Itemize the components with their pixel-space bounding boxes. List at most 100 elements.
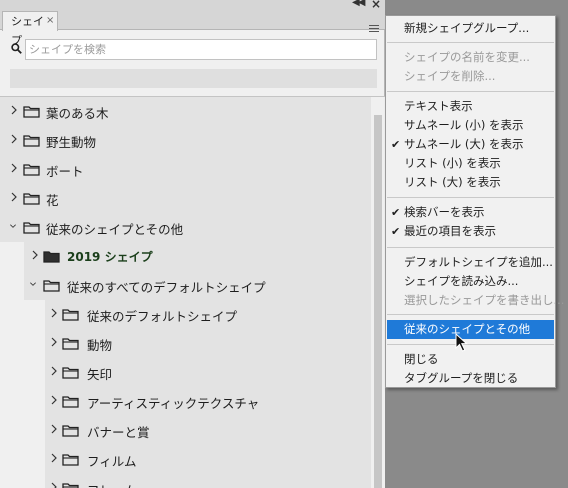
tree-item-animals[interactable]: 動物 (0, 329, 371, 358)
menu-item-label: シェイプを読み込み... (404, 274, 519, 288)
tree-item-label: 従来のすべてのデフォルトシェイプ (67, 280, 266, 295)
tree-item-legacy-shapes[interactable]: 従来のシェイプとその他 (0, 213, 371, 242)
chevron-down-icon[interactable] (29, 278, 37, 290)
menu-item-label: 検索バーを表示 (404, 205, 485, 219)
chevron-right-icon[interactable] (50, 394, 58, 406)
tree-item-label: アーティスティックテクスチャ (87, 396, 260, 411)
tree-item-label: 野生動物 (46, 135, 97, 150)
close-panel-icon[interactable]: × (371, 0, 381, 11)
menu-item-export-selected: 選択したシェイプを書き出し... (387, 291, 564, 310)
menu-item-show-search[interactable]: ✔ 検索バーを表示 (387, 203, 554, 222)
menu-item-load[interactable]: シェイプを読み込み... (387, 272, 554, 291)
scrollbar-thumb[interactable] (374, 115, 382, 488)
menu-item-label: タブグループを閉じる (404, 371, 519, 385)
menu-item-delete: シェイプを削除... (387, 67, 554, 86)
menu-item-label: デフォルトシェイプを追加... (404, 255, 553, 269)
menu-item-show-recent[interactable]: ✔ 最近の項目を表示 (387, 222, 554, 241)
folder-icon (23, 135, 40, 147)
menu-item-label: シェイプを削除... (404, 69, 496, 83)
panel-flyout-menu: 新規シェイプグループ... シェイプの名前を変更... シェイプを削除... テ… (385, 15, 564, 388)
menu-item-label: 閉じる (404, 352, 439, 366)
tree-item-label: 動物 (87, 338, 113, 353)
chevron-right-icon[interactable] (50, 336, 58, 348)
menu-item-small-list[interactable]: リスト (小) を表示 (387, 154, 554, 173)
chevron-right-icon[interactable] (50, 452, 58, 464)
tree-item-2019-shapes[interactable]: 2019 シェイプ (0, 242, 371, 271)
tab-bar: シェイプ × (0, 11, 385, 47)
menu-item-rename: シェイプの名前を変更... (387, 48, 554, 67)
tree-item-artistic-textures[interactable]: アーティスティックテクスチャ (0, 387, 371, 416)
check-icon: ✔ (391, 225, 401, 238)
menu-separator (387, 91, 554, 92)
menu-item-label: テキスト表示 (404, 99, 473, 113)
chevron-down-icon[interactable] (9, 220, 17, 232)
scrollbar[interactable] (371, 97, 385, 488)
tree-item-label: フレーム (87, 480, 137, 488)
menu-item-large-thumbnail[interactable]: ✔ サムネール (大) を表示 (387, 135, 554, 154)
shape-tree: 葉のある木 野生動物 ボート 花 従来のシェイプとその他 2019 シェイプ 従… (0, 97, 371, 488)
panel-titlebar: ◀◀ × (0, 0, 385, 11)
menu-separator (387, 247, 554, 248)
menu-item-label: サムネール (大) を表示 (404, 137, 524, 151)
menu-item-label: サムネール (小) を表示 (404, 118, 524, 132)
chevron-right-icon[interactable] (31, 249, 39, 261)
menu-separator (387, 314, 554, 315)
menu-item-label: 最近の項目を表示 (404, 224, 496, 238)
menu-separator (387, 197, 554, 198)
menu-item-label: 選択したシェイプを書き出し... (404, 293, 565, 307)
tree-item-trees[interactable]: 葉のある木 (0, 97, 371, 126)
tree-item-label: ボート (46, 164, 84, 179)
folder-open-icon (23, 222, 40, 234)
chevron-right-icon[interactable] (10, 133, 18, 145)
chevron-right-icon[interactable] (10, 162, 18, 174)
tree-item-boats[interactable]: ボート (0, 155, 371, 184)
menu-separator (387, 344, 554, 345)
tree-item-arrows[interactable]: 矢印 (0, 358, 371, 387)
menu-item-close-tab-group[interactable]: タブグループを閉じる (387, 369, 554, 388)
tree-item-wild-animals[interactable]: 野生動物 (0, 126, 371, 155)
check-icon: ✔ (391, 138, 401, 151)
tree-item-banners-awards[interactable]: バナーと賞 (0, 416, 371, 445)
folder-icon (23, 164, 40, 176)
chevron-right-icon[interactable] (50, 481, 58, 488)
tree-item-label: 花 (46, 193, 59, 208)
tree-item-legacy-default[interactable]: 従来のデフォルトシェイプ (0, 300, 371, 329)
menu-item-new-group[interactable]: 新規シェイプグループ... (387, 19, 554, 38)
chevron-right-icon[interactable] (10, 104, 18, 116)
search-input[interactable] (25, 39, 377, 60)
tree-item-label: フィルム (87, 454, 137, 469)
folder-icon (43, 251, 60, 263)
menu-item-large-list[interactable]: リスト (大) を表示 (387, 173, 554, 192)
tab-close-icon[interactable]: × (46, 11, 54, 30)
tree-item-film[interactable]: フィルム (0, 445, 371, 474)
chevron-right-icon[interactable] (50, 307, 58, 319)
folder-icon (62, 396, 79, 408)
search-icon (11, 43, 22, 54)
collapse-icon[interactable]: ◀◀ (352, 0, 365, 8)
chevron-right-icon[interactable] (50, 423, 58, 435)
menu-separator (387, 42, 554, 43)
folder-icon (23, 106, 40, 118)
folder-icon (23, 193, 40, 205)
folder-icon (62, 425, 79, 437)
chevron-right-icon[interactable] (10, 191, 18, 203)
menu-item-label: リスト (大) を表示 (404, 175, 501, 189)
chevron-right-icon[interactable] (50, 365, 58, 377)
menu-item-add-default[interactable]: デフォルトシェイプを追加... (387, 253, 554, 272)
menu-item-label: シェイプの名前を変更... (404, 50, 530, 64)
tree-item-all-legacy-default[interactable]: 従来のすべてのデフォルトシェイプ (0, 271, 371, 300)
menu-item-close[interactable]: 閉じる (387, 350, 554, 369)
tree-item-frames[interactable]: フレーム (0, 474, 371, 488)
tree-item-label: 矢印 (87, 367, 113, 382)
panel-menu-icon[interactable] (369, 25, 379, 34)
folder-icon (62, 309, 79, 321)
mouse-pointer-icon (455, 333, 468, 352)
menu-item-text-view[interactable]: テキスト表示 (387, 97, 554, 116)
tree-item-flowers[interactable]: 花 (0, 184, 371, 213)
folder-icon (62, 338, 79, 350)
folder-icon (62, 483, 79, 488)
tree-item-label: 従来のデフォルトシェイプ (87, 309, 238, 324)
menu-item-legacy-shapes[interactable]: 従来のシェイプとその他 (387, 320, 554, 339)
menu-item-small-thumbnail[interactable]: サムネール (小) を表示 (387, 116, 554, 135)
tree-item-label: バナーと賞 (87, 425, 150, 440)
